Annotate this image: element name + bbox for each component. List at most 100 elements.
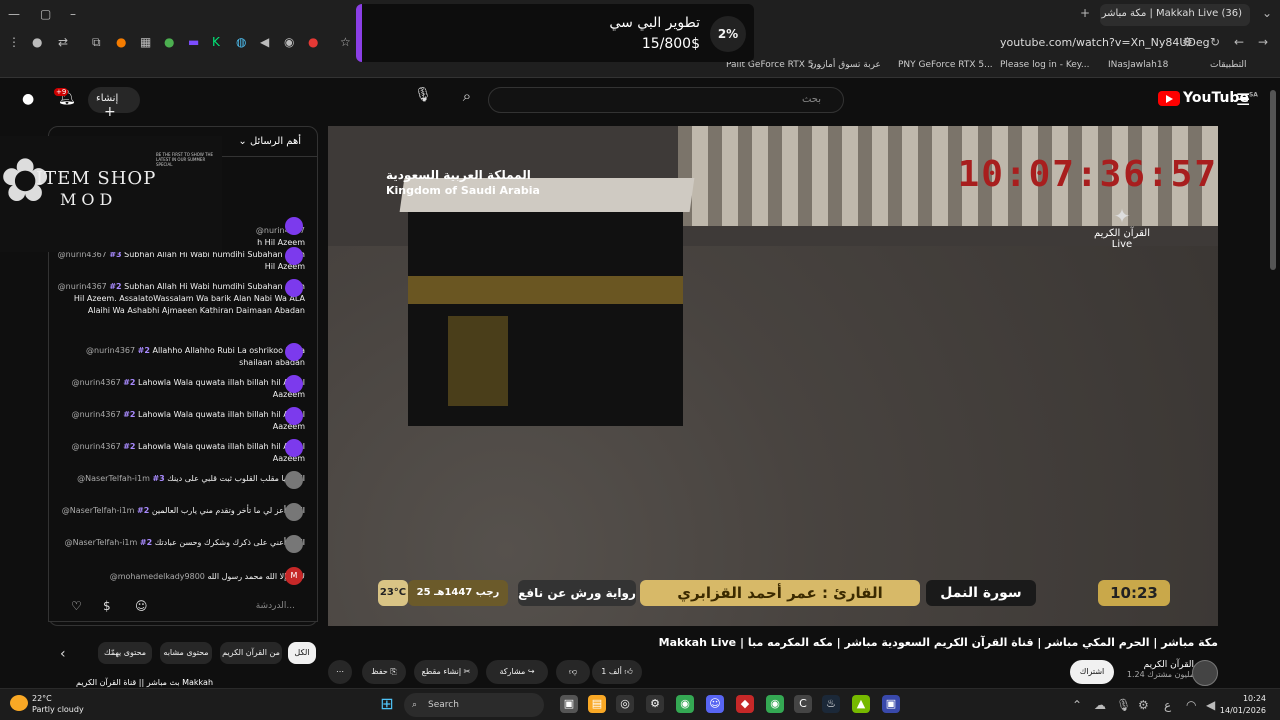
extension-k-icon[interactable]: K xyxy=(212,35,220,49)
avatar[interactable]: ● xyxy=(22,91,34,107)
heart-icon[interactable]: ♡ xyxy=(71,599,82,613)
save-button[interactable]: حفظ ⎘ xyxy=(362,660,406,684)
recommended-video[interactable]: بث مباشر || قناة القرآن الكريم Makkah xyxy=(76,678,213,687)
emoji-icon[interactable]: ☺ xyxy=(135,599,148,613)
chip-all[interactable]: الكل xyxy=(288,642,316,664)
settings-icon[interactable]: ⚙ xyxy=(646,695,664,713)
search-icon[interactable]: ⌕ xyxy=(452,87,482,113)
avatar[interactable]: M xyxy=(285,567,303,585)
tray-app-icon[interactable]: ☁ xyxy=(1094,698,1106,712)
chat-input[interactable]: الدردشة... xyxy=(256,601,295,611)
extension-icon[interactable]: ⇄ xyxy=(58,35,68,49)
extension-signal-icon[interactable]: ◍ xyxy=(236,35,246,49)
avatar[interactable] xyxy=(285,217,303,235)
sound-icon[interactable]: ◀ xyxy=(260,35,269,49)
profile-icon[interactable]: ● xyxy=(32,35,42,49)
discord-icon[interactable]: ☺ xyxy=(706,695,724,713)
language-indicator[interactable]: ع xyxy=(1164,698,1171,712)
app-icon-red[interactable]: ◆ xyxy=(736,695,754,713)
bookmark-apps[interactable]: التطبيقات xyxy=(1210,60,1247,70)
bookmark-item[interactable]: Please log in - Key... xyxy=(1000,60,1089,70)
create-button[interactable]: إنشاء + xyxy=(88,87,140,120)
app-icon-blue[interactable]: ▣ xyxy=(882,695,900,713)
file-explorer-icon[interactable]: ▤ xyxy=(588,695,606,713)
avatar[interactable] xyxy=(285,439,303,457)
minimize-icon[interactable]: — xyxy=(8,7,20,21)
avatar[interactable] xyxy=(285,343,303,361)
chip-for-you[interactable]: محتوى يهمّك xyxy=(98,642,152,664)
app-icon-c[interactable]: C xyxy=(794,695,812,713)
tab-list-icon[interactable]: ⌄ xyxy=(1262,6,1272,20)
tab-active[interactable]: (36) Makkah Live | مكة مباشر xyxy=(1100,4,1250,26)
app-icon-1[interactable]: ◎ xyxy=(616,695,634,713)
site-settings-icon[interactable]: ⚙ xyxy=(1182,35,1193,49)
search-input[interactable]: بحث xyxy=(488,87,844,113)
forward-icon[interactable]: → xyxy=(1258,35,1268,49)
clip-button[interactable]: إنشاء مقطع ✂ xyxy=(414,660,478,684)
share-button[interactable]: مشاركة ↪ xyxy=(486,660,548,684)
tray-mic-icon[interactable]: 🎙︎ xyxy=(1116,698,1131,712)
wifi-icon[interactable]: ◠ xyxy=(1186,698,1196,712)
chat-author[interactable]: @NaserTelfah-i1m xyxy=(62,506,135,515)
close-window-icon[interactable]: – xyxy=(70,7,76,21)
chat-author[interactable]: @NaserTelfah-i1m xyxy=(77,474,150,483)
bookmark-item[interactable]: عربة تسوق أمازون xyxy=(810,60,881,70)
extensions-puzzle-icon[interactable]: ⧉ xyxy=(92,35,101,50)
bookmark-item[interactable]: INasJawlah18 xyxy=(1108,60,1168,70)
extension-fox-icon[interactable]: ● xyxy=(116,35,126,49)
extension-round-icon[interactable]: ◉ xyxy=(284,35,294,49)
taskbar-search[interactable]: ⌕ Search xyxy=(404,693,544,717)
chrome-active-icon[interactable]: ◉ xyxy=(766,695,784,713)
avatar[interactable] xyxy=(285,407,303,425)
like-button[interactable]: 1 ألف 👍︎ xyxy=(592,660,642,684)
avatar[interactable] xyxy=(285,247,303,265)
kebab-menu-icon[interactable]: ⋮ xyxy=(8,35,20,49)
chrome-icon[interactable]: ◉ xyxy=(676,695,694,713)
channel-name[interactable]: القرآن الكريم xyxy=(1144,660,1194,670)
weather-icon[interactable] xyxy=(10,695,28,711)
chat-author[interactable]: @nurin4367 xyxy=(86,346,135,355)
chat-author[interactable]: @nurin4367 xyxy=(72,442,121,451)
avatar[interactable] xyxy=(285,279,303,297)
subscribe-button[interactable]: اشتراك xyxy=(1070,660,1114,684)
chip-related[interactable]: محتوى مشابه xyxy=(160,642,212,664)
hamburger-menu-icon[interactable]: ☰ xyxy=(1236,90,1250,109)
nvidia-icon[interactable]: ▲ xyxy=(852,695,870,713)
chat-author[interactable]: @NaserTelfah-i1m xyxy=(65,538,138,547)
extension-purple-icon[interactable]: ▬ xyxy=(188,35,199,49)
chat-author[interactable]: @nurin4367 xyxy=(58,282,107,291)
back-icon[interactable]: ← xyxy=(1234,35,1244,49)
extension-red-icon[interactable]: ● xyxy=(308,35,318,49)
video-player[interactable]: المملكة العربية السعودية Kingdom of Saud… xyxy=(328,126,1218,626)
volume-icon[interactable]: ◀ xyxy=(1206,698,1215,712)
avatar[interactable] xyxy=(285,503,303,521)
task-view-icon[interactable]: ▣ xyxy=(560,695,578,713)
chat-author[interactable]: @nurin4367 xyxy=(72,378,121,387)
bookmark-star-icon[interactable]: ☆ xyxy=(340,35,351,49)
clock[interactable]: 10:24 14/01/2026 xyxy=(1220,693,1266,717)
avatar[interactable] xyxy=(285,471,303,489)
page-scrollbar[interactable] xyxy=(1270,90,1276,270)
new-tab-icon[interactable]: + xyxy=(1080,6,1090,20)
chat-author[interactable]: @mohamedelkady9800 xyxy=(110,572,205,581)
avatar[interactable] xyxy=(285,375,303,393)
chip-from-channel[interactable]: من القرآن الكريم xyxy=(220,642,282,664)
url-text[interactable]: youtube.com/watch?v=Xn_Ny84UDeg xyxy=(1000,36,1210,49)
extension-green-icon[interactable]: ● xyxy=(164,35,174,49)
steam-icon[interactable]: ♨ xyxy=(822,695,840,713)
weather-widget[interactable]: 22°C Partly cloudy xyxy=(32,693,84,715)
microphone-icon[interactable]: 🎙︎ xyxy=(412,87,434,113)
avatar[interactable] xyxy=(285,535,303,553)
reload-icon[interactable]: ↻ xyxy=(1210,35,1220,49)
more-actions-button[interactable]: ⋯ xyxy=(328,660,352,684)
chat-author[interactable]: @nurin4367 xyxy=(72,410,121,419)
tray-chevron-icon[interactable]: ⌃ xyxy=(1072,698,1082,712)
extension-grid-icon[interactable]: ▦ xyxy=(140,35,151,49)
dislike-button[interactable]: 👎︎ xyxy=(556,660,590,684)
chevron-left-icon[interactable]: ‹ xyxy=(60,646,66,662)
windows-start-icon[interactable]: ⊞ xyxy=(378,695,396,713)
tray-network-icon[interactable]: ⚙ xyxy=(1138,698,1149,712)
bookmark-item[interactable]: PNY GeForce RTX 5... xyxy=(898,60,993,70)
channel-avatar[interactable] xyxy=(1192,660,1218,686)
maximize-icon[interactable]: ▢ xyxy=(40,7,51,21)
